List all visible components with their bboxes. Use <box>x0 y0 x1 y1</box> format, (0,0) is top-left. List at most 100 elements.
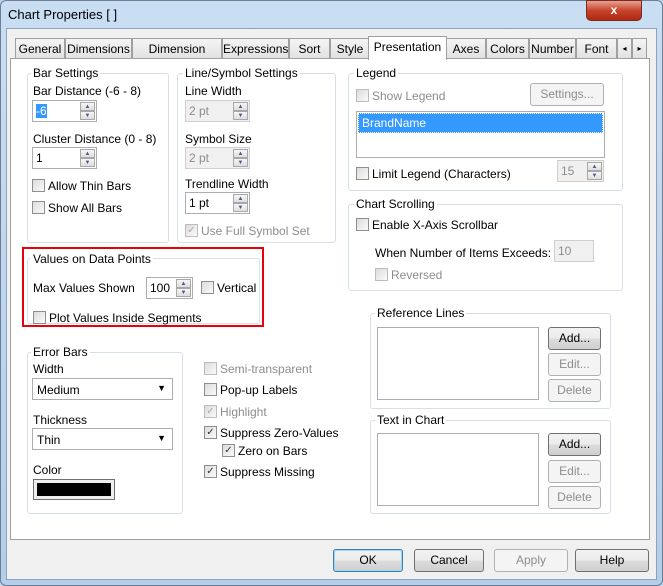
allow-thin-bars-checkbox[interactable] <box>32 179 45 192</box>
highlight-label: Highlight <box>220 405 267 419</box>
help-button[interactable]: Help <box>575 549 649 572</box>
text-delete-button[interactable]: Delete <box>548 486 601 509</box>
text-add-button[interactable]: Add... <box>548 433 601 456</box>
line-width-value: 2 pt <box>189 104 210 118</box>
zero-on-bars-checkbox[interactable]: ✓ <box>222 444 235 457</box>
enable-scrollbar-checkbox[interactable] <box>356 218 369 231</box>
window-title: Chart Properties [ ] <box>8 7 118 22</box>
show-all-bars-checkbox[interactable] <box>32 201 45 214</box>
spin-down-icon: ▼ <box>587 171 602 180</box>
show-legend-checkbox[interactable] <box>356 89 369 102</box>
max-values-spinner[interactable]: 100 ▲ ▼ <box>146 277 193 299</box>
line-width-label: Line Width <box>185 84 242 98</box>
tab-number[interactable]: Number <box>529 38 576 59</box>
legend-title: Legend <box>354 66 399 80</box>
tab-presentation[interactable]: Presentation <box>368 36 447 60</box>
bar-distance-label: Bar Distance (-6 - 8) <box>33 84 142 98</box>
use-full-symbol-set-checkbox[interactable]: ✓ <box>185 224 198 237</box>
ok-button[interactable]: OK <box>333 549 403 572</box>
spin-up-icon: ▲ <box>233 149 248 158</box>
plot-inside-label[interactable]: Plot Values Inside Segments <box>49 311 202 325</box>
chart-scrolling-title: Chart Scrolling <box>354 197 437 211</box>
tab-style[interactable]: Style <box>330 38 370 59</box>
bar-distance-spinner[interactable]: -6 ▲ ▼ <box>32 100 97 122</box>
suppress-zero-checkbox[interactable]: ✓ <box>204 426 217 439</box>
legend-list-item[interactable]: BrandName <box>358 113 603 133</box>
plot-inside-checkbox[interactable] <box>33 311 46 324</box>
reversed-checkbox[interactable] <box>375 268 388 281</box>
tab-axes[interactable]: Axes <box>446 38 486 59</box>
max-values-value[interactable]: 100 <box>150 281 170 295</box>
text-in-chart-list[interactable] <box>377 433 539 506</box>
tab-expressions[interactable]: Expressions <box>222 38 289 59</box>
popup-labels-checkbox[interactable] <box>204 383 217 396</box>
error-width-dropdown[interactable]: Medium ▼ <box>32 378 173 400</box>
cluster-distance-spinner[interactable]: 1 ▲ ▼ <box>32 147 97 169</box>
spin-up-icon[interactable]: ▲ <box>80 149 95 158</box>
tab-dimensions[interactable]: Dimensions <box>65 38 132 59</box>
popup-labels-label[interactable]: Pop-up Labels <box>220 383 297 397</box>
tab-font[interactable]: Font <box>576 38 617 59</box>
spin-up-icon: ▲ <box>587 162 602 171</box>
reversed-label: Reversed <box>391 268 443 282</box>
tab-general[interactable]: General <box>15 38 65 59</box>
spin-down-icon[interactable]: ▼ <box>233 203 248 212</box>
limit-legend-checkbox[interactable] <box>356 167 369 180</box>
show-all-bars-label[interactable]: Show All Bars <box>48 201 122 215</box>
line-width-spinner[interactable]: 2 pt ▲ ▼ <box>185 100 250 122</box>
spin-up-icon[interactable]: ▲ <box>233 194 248 203</box>
error-width-label: Width <box>33 362 64 376</box>
limit-legend-value: 15 <box>561 164 575 178</box>
reference-add-button[interactable]: Add... <box>548 327 601 350</box>
spin-down-icon[interactable]: ▼ <box>176 288 191 297</box>
when-exceeds-input[interactable]: 10 <box>554 240 594 262</box>
spin-up-icon[interactable]: ▲ <box>176 279 191 288</box>
spin-up-icon: ▲ <box>233 102 248 111</box>
text-edit-button[interactable]: Edit... <box>548 460 601 483</box>
tab-scroll-left-icon[interactable]: ◂ <box>617 38 632 59</box>
apply-button[interactable]: Apply <box>494 549 568 572</box>
vertical-label[interactable]: Vertical <box>217 281 256 295</box>
tab-colors[interactable]: Colors <box>486 38 529 59</box>
spin-down-icon: ▼ <box>233 111 248 120</box>
trendline-width-spinner[interactable]: 1 pt ▲ ▼ <box>185 192 250 214</box>
color-button[interactable] <box>33 479 115 500</box>
when-exceeds-value: 10 <box>558 244 572 258</box>
chevron-down-icon: ▼ <box>157 383 166 393</box>
symbol-size-label: Symbol Size <box>185 132 252 146</box>
legend-settings-button[interactable]: Settings... <box>530 83 604 106</box>
vertical-checkbox[interactable] <box>201 281 214 294</box>
spin-down-icon[interactable]: ▼ <box>80 111 95 120</box>
limit-legend-spinner[interactable]: 15 ▲ ▼ <box>557 160 604 182</box>
suppress-missing-label[interactable]: Suppress Missing <box>220 465 315 479</box>
allow-thin-bars-label[interactable]: Allow Thin Bars <box>48 179 131 193</box>
enable-scrollbar-label[interactable]: Enable X-Axis Scrollbar <box>372 218 498 232</box>
semi-transparent-checkbox[interactable] <box>204 362 217 375</box>
tab-sort[interactable]: Sort <box>289 38 330 59</box>
trendline-width-value[interactable]: 1 pt <box>189 196 209 210</box>
semi-transparent-label: Semi-transparent <box>220 362 313 376</box>
thickness-dropdown[interactable]: Thin ▼ <box>32 428 173 450</box>
zero-on-bars-label[interactable]: Zero on Bars <box>238 444 307 458</box>
reference-lines-title: Reference Lines <box>375 306 467 320</box>
bar-distance-value[interactable]: -6 <box>36 104 47 118</box>
tab-dimension-limits[interactable]: Dimension Limits <box>132 38 222 76</box>
limit-legend-label[interactable]: Limit Legend (Characters) <box>372 167 511 181</box>
close-button[interactable]: x <box>586 0 642 21</box>
reference-delete-button[interactable]: Delete <box>548 379 601 402</box>
reference-lines-list[interactable] <box>377 327 539 400</box>
values-on-data-points-title: Values on Data Points <box>31 252 153 266</box>
suppress-zero-label[interactable]: Suppress Zero-Values <box>220 426 339 440</box>
suppress-missing-checkbox[interactable]: ✓ <box>204 465 217 478</box>
tab-scroll-right-icon[interactable]: ▸ <box>632 38 647 59</box>
cancel-button[interactable]: Cancel <box>414 549 484 572</box>
symbol-size-spinner[interactable]: 2 pt ▲ ▼ <box>185 147 250 169</box>
thickness-value: Thin <box>37 433 61 447</box>
reference-edit-button[interactable]: Edit... <box>548 353 601 376</box>
cluster-distance-value[interactable]: 1 <box>36 151 43 165</box>
highlight-checkbox[interactable]: ✓ <box>204 405 217 418</box>
error-width-value: Medium <box>37 383 80 397</box>
legend-list[interactable]: BrandName <box>356 111 605 158</box>
spin-up-icon[interactable]: ▲ <box>80 102 95 111</box>
spin-down-icon[interactable]: ▼ <box>80 158 95 167</box>
